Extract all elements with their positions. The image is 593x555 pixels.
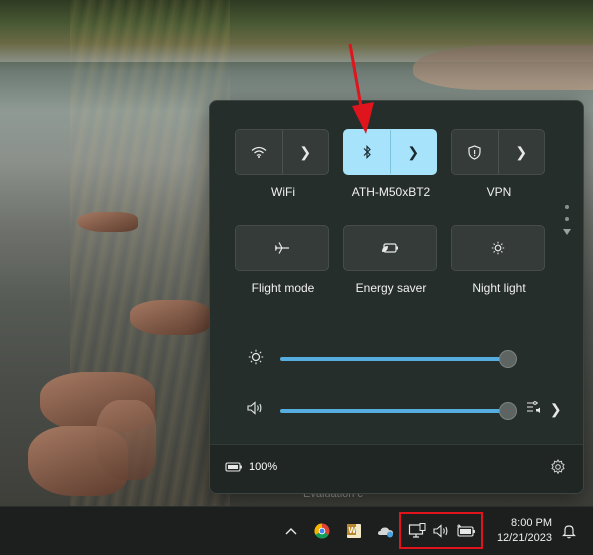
taskbar-clock[interactable]: 8:00 PM 12/21/2023 — [490, 516, 552, 546]
annotation-arrow — [348, 43, 374, 134]
chevron-right-icon: ❯ — [407, 144, 420, 160]
notification-button[interactable] — [559, 521, 579, 541]
sound-settings-icon — [527, 401, 540, 413]
battery-status[interactable]: 100% — [225, 461, 277, 473]
word-tray-button[interactable]: W — [344, 521, 364, 541]
page-dot — [565, 217, 569, 221]
volume-tray-button[interactable] — [432, 521, 452, 541]
onedrive-tray-button[interactable] — [376, 521, 396, 541]
brightness-icon — [246, 349, 266, 369]
wifi-label: WiFi — [271, 185, 295, 199]
vpn-expand-button[interactable]: ❯ — [499, 130, 545, 174]
chevron-down-icon — [563, 229, 571, 235]
bluetooth-expand-button[interactable]: ❯ — [391, 130, 437, 174]
onedrive-icon — [378, 527, 393, 538]
network-tray-button[interactable] — [407, 521, 427, 541]
clock-time: 8:00 PM — [511, 517, 552, 529]
chevron-right-icon: ❯ — [515, 144, 528, 160]
wifi-tile: ❯ — [235, 129, 329, 175]
clock-date: 12/21/2023 — [496, 532, 552, 544]
sun-icon — [491, 241, 505, 255]
chevron-right-icon: ❯ — [299, 144, 312, 160]
brightness-slider-thumb[interactable] — [498, 350, 517, 368]
chrome-tray-button[interactable] — [312, 521, 332, 541]
page-indicator[interactable] — [562, 205, 572, 235]
page-dot — [565, 205, 569, 209]
brightness-slider-track[interactable] — [280, 357, 510, 361]
airplane-icon — [274, 242, 289, 254]
bluetooth-icon — [363, 145, 371, 159]
volume-icon — [433, 524, 448, 538]
vpn-tile: ❯ — [451, 129, 545, 175]
night-light-tile-group: Night light — [451, 225, 547, 295]
wifi-tile-group: ❯ WiFi — [235, 129, 331, 199]
chrome-icon — [314, 523, 330, 539]
word-icon: W — [347, 524, 361, 538]
svg-text:W: W — [349, 526, 357, 535]
shield-icon — [468, 144, 481, 160]
settings-gear-button[interactable] — [549, 459, 567, 477]
taskbar: W 8:00 PM 12/21/2023 — [0, 506, 593, 555]
chevron-right-icon: ❯ — [549, 401, 562, 417]
network-icon — [408, 523, 426, 538]
battery-icon — [225, 462, 242, 472]
quick-settings-footer: 100% — [210, 444, 583, 493]
battery-icon — [457, 524, 475, 537]
volume-slider-thumb[interactable] — [498, 402, 517, 420]
energy-saver-label: Energy saver — [355, 281, 427, 295]
bell-icon — [562, 525, 576, 539]
brightness-slider-row — [246, 347, 566, 371]
energy-saver-button[interactable] — [343, 225, 437, 271]
flight-mode-button[interactable] — [235, 225, 329, 271]
night-light-label: Night light — [472, 281, 526, 295]
volume-icon[interactable] — [246, 401, 266, 421]
flight-mode-label: Flight mode — [251, 281, 315, 295]
quick-settings-panel: ❯ WiFi ❯ ATH-M50xBT2 ❯ VPN Flight mode E… — [209, 100, 584, 494]
battery-tray-button[interactable] — [456, 521, 476, 541]
chevron-up-icon — [285, 528, 297, 535]
bluetooth-label: ATH-M50xBT2 — [351, 185, 431, 199]
vpn-toggle-button[interactable] — [452, 130, 499, 174]
volume-slider-row: ❯ — [246, 399, 566, 423]
night-light-button[interactable] — [451, 225, 545, 271]
audio-output-selector[interactable]: ❯ — [526, 400, 562, 418]
battery-percent: 100% — [249, 461, 278, 473]
leaf-battery-icon — [382, 243, 398, 253]
vpn-label: VPN — [486, 185, 512, 199]
volume-slider-track[interactable] — [280, 409, 510, 413]
flight-mode-tile-group: Flight mode — [235, 225, 331, 295]
gear-icon — [551, 459, 565, 475]
wifi-icon — [251, 146, 267, 158]
wifi-toggle-button[interactable] — [236, 130, 283, 174]
wifi-expand-button[interactable]: ❯ — [283, 130, 329, 174]
vpn-tile-group: ❯ VPN — [451, 129, 547, 199]
show-hidden-icons-button[interactable] — [281, 521, 301, 541]
energy-saver-tile-group: Energy saver — [343, 225, 439, 295]
